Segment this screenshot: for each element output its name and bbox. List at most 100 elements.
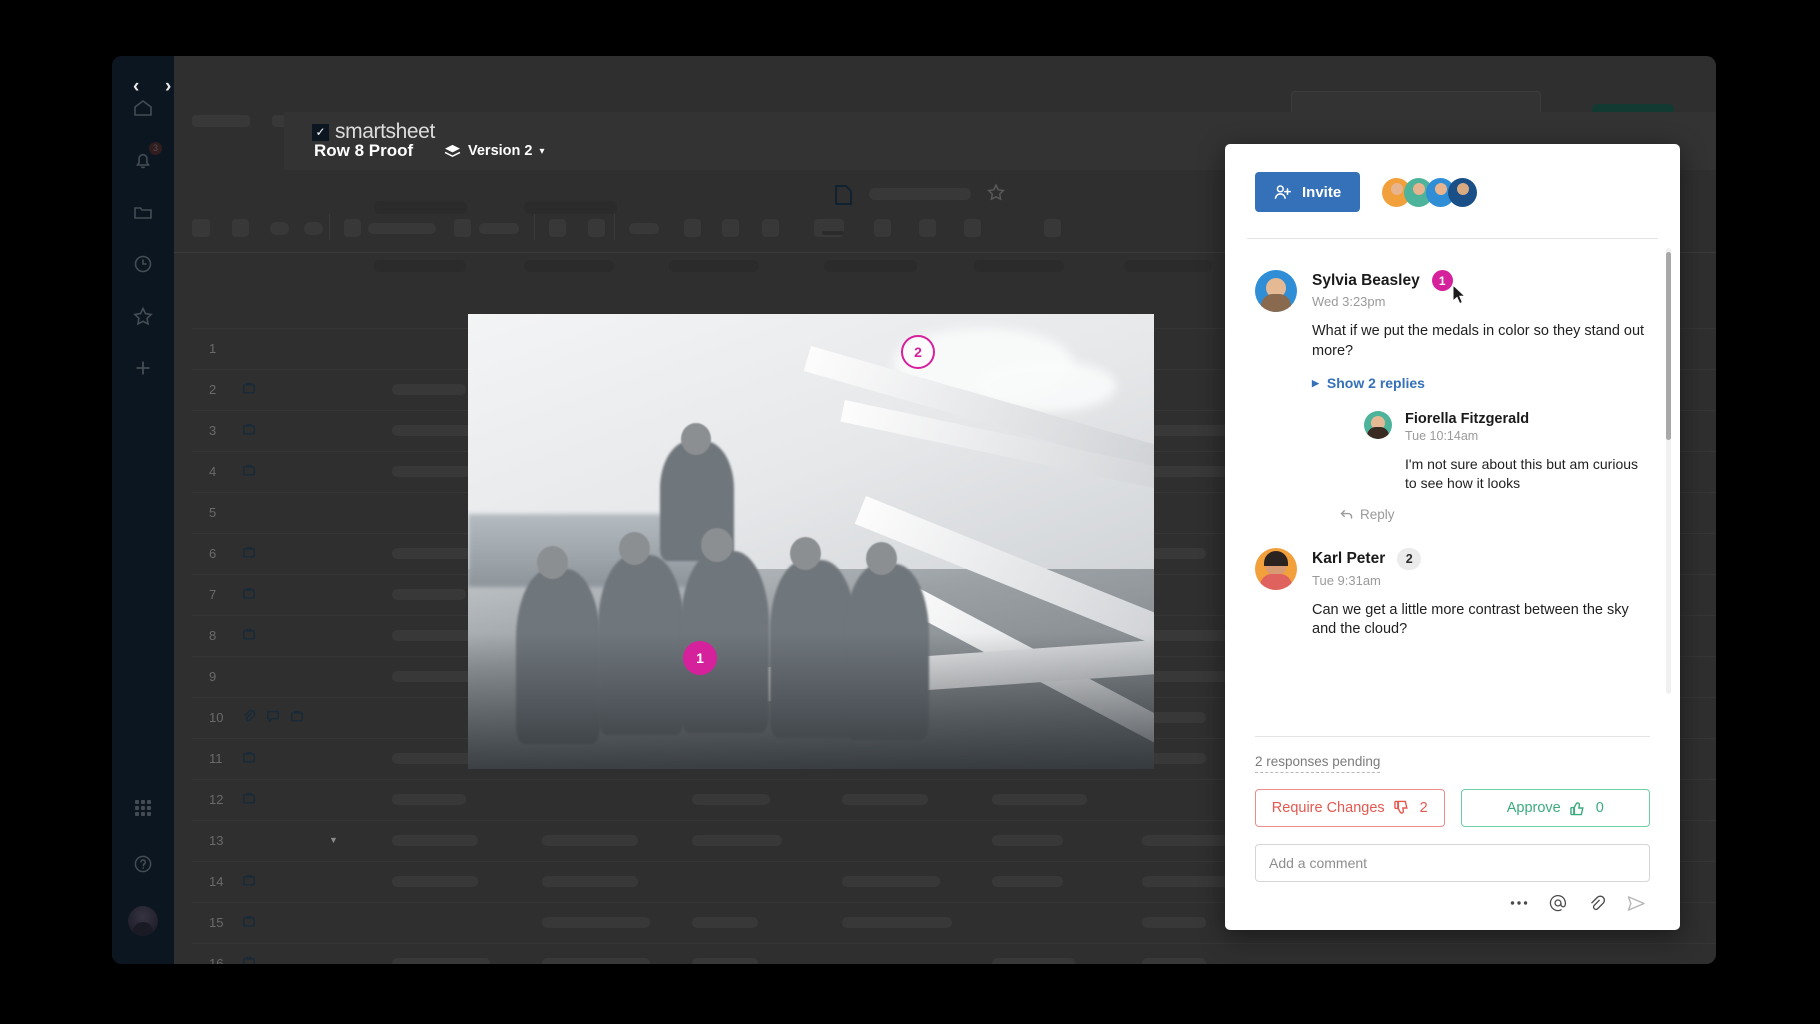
row-indicator-icons[interactable] [242, 955, 256, 964]
row-cell[interactable] [1142, 630, 1230, 641]
comment-pin-badge[interactable]: 2 [1397, 548, 1421, 570]
user-avatar[interactable] [128, 906, 158, 936]
app-grid-icon[interactable] [129, 794, 157, 822]
reply-avatar[interactable] [1364, 411, 1392, 439]
notifications-bell-icon[interactable]: 3 [129, 146, 157, 174]
version-selector[interactable]: Version 2 ▾ [444, 143, 545, 159]
proof-icon[interactable] [242, 463, 256, 482]
row-cell[interactable] [542, 835, 638, 846]
comment-text: What if we put the medals in color so th… [1312, 322, 1650, 361]
scrollbar-thumb[interactable] [1666, 252, 1671, 440]
row-cell[interactable] [692, 917, 758, 928]
comment-pin-badge[interactable]: 1 [1432, 270, 1453, 291]
row-cell[interactable] [992, 958, 1075, 964]
annotation-pin-2[interactable]: 2 [901, 335, 935, 369]
expand-collapse-icon[interactable]: ▼ [329, 835, 338, 845]
row-cell[interactable] [392, 466, 478, 477]
comment-avatar[interactable] [1255, 270, 1297, 312]
collaborator-avatars[interactable] [1382, 178, 1477, 207]
screen: 3 [0, 0, 1820, 1024]
row-cell[interactable] [392, 835, 478, 846]
star-icon[interactable] [986, 182, 1006, 207]
row-indicator-icons[interactable] [242, 381, 256, 400]
proof-icon[interactable] [242, 791, 256, 810]
proof-icon[interactable] [242, 750, 256, 769]
attach-link-icon[interactable] [1588, 894, 1606, 912]
row-cell[interactable] [542, 958, 650, 964]
recents-clock-icon[interactable] [129, 250, 157, 278]
row-indicator-icons[interactable] [242, 914, 256, 933]
row-cell[interactable] [392, 589, 466, 600]
approve-button[interactable]: Approve 0 [1461, 789, 1651, 827]
proof-icon[interactable] [242, 627, 256, 646]
show-replies-toggle[interactable]: ▶ Show 2 replies [1312, 375, 1650, 391]
row-indicator-icons[interactable] [242, 750, 256, 769]
row-indicator-icons[interactable] [242, 545, 256, 564]
row-cell[interactable] [692, 794, 770, 805]
proof-icon[interactable] [290, 709, 304, 728]
row-cell[interactable] [542, 876, 638, 887]
row-indicator-icons[interactable] [242, 586, 256, 605]
row-cell[interactable] [392, 671, 478, 682]
row-cell[interactable] [392, 384, 466, 395]
row-indicator-icons[interactable] [242, 463, 256, 482]
annotation-pin-1[interactable]: 1 [683, 641, 717, 675]
proof-icon[interactable] [242, 545, 256, 564]
row-cell[interactable] [392, 425, 478, 436]
proof-icon[interactable] [242, 381, 256, 400]
row-cell[interactable] [992, 876, 1063, 887]
row-indicator-icons[interactable] [242, 709, 304, 728]
panel-scrollbar[interactable] [1666, 248, 1671, 694]
browse-folder-icon[interactable] [129, 198, 157, 226]
row-indicator-icons[interactable] [242, 627, 256, 646]
collapse-panel-left-icon[interactable]: ‹ [133, 76, 139, 98]
comment-icon[interactable] [266, 709, 280, 728]
table-row[interactable]: 16 [192, 943, 1716, 964]
collaborator-avatar[interactable] [1448, 178, 1477, 207]
row-cell[interactable] [1142, 466, 1230, 477]
row-cell[interactable] [842, 876, 940, 887]
row-cell[interactable] [542, 917, 650, 928]
proof-icon[interactable] [242, 914, 256, 933]
comment-input[interactable] [1255, 844, 1650, 882]
row-cell[interactable] [992, 835, 1063, 846]
row-cell[interactable] [1142, 425, 1230, 436]
row-cell[interactable] [1142, 876, 1230, 887]
require-changes-button[interactable]: Require Changes 2 [1255, 789, 1445, 827]
row-cell[interactable] [1142, 917, 1206, 928]
help-question-icon[interactable] [129, 850, 157, 878]
proof-icon[interactable] [242, 586, 256, 605]
row-cell[interactable] [1142, 958, 1206, 964]
proof-image[interactable]: 2 1 [468, 314, 1154, 769]
row-cell[interactable] [392, 958, 490, 964]
row-cell[interactable] [1142, 835, 1230, 846]
row-cell[interactable] [392, 630, 478, 641]
proof-icon[interactable] [242, 955, 256, 964]
row-indicator-icons[interactable] [242, 791, 256, 810]
skeleton-underline [822, 231, 844, 235]
more-options-icon[interactable] [1510, 894, 1528, 912]
proof-icon[interactable] [242, 422, 256, 441]
row-cell[interactable] [692, 835, 782, 846]
comment-avatar[interactable] [1255, 548, 1297, 590]
row-indicator-icons[interactable] [242, 422, 256, 441]
row-cell[interactable] [392, 794, 466, 805]
row-cell[interactable] [392, 876, 478, 887]
favorites-star-icon[interactable] [129, 302, 157, 330]
mention-icon[interactable] [1549, 894, 1567, 912]
row-cell[interactable] [842, 917, 952, 928]
reply-button[interactable]: Reply [1340, 507, 1650, 522]
home-icon[interactable] [129, 94, 157, 122]
invite-button[interactable]: Invite [1255, 172, 1360, 212]
row-cell[interactable] [842, 794, 928, 805]
row-indicator-icons[interactable] [242, 873, 256, 892]
collapse-panel-right-icon[interactable]: › [165, 76, 171, 98]
pending-responses-label[interactable]: 2 responses pending [1255, 754, 1380, 773]
row-cell[interactable] [992, 794, 1087, 805]
create-plus-icon[interactable] [129, 354, 157, 382]
proof-icon[interactable] [242, 873, 256, 892]
row-cell[interactable] [1142, 671, 1230, 682]
attachment-icon[interactable] [242, 709, 256, 728]
row-cell[interactable] [692, 958, 758, 964]
send-icon[interactable] [1627, 894, 1646, 912]
